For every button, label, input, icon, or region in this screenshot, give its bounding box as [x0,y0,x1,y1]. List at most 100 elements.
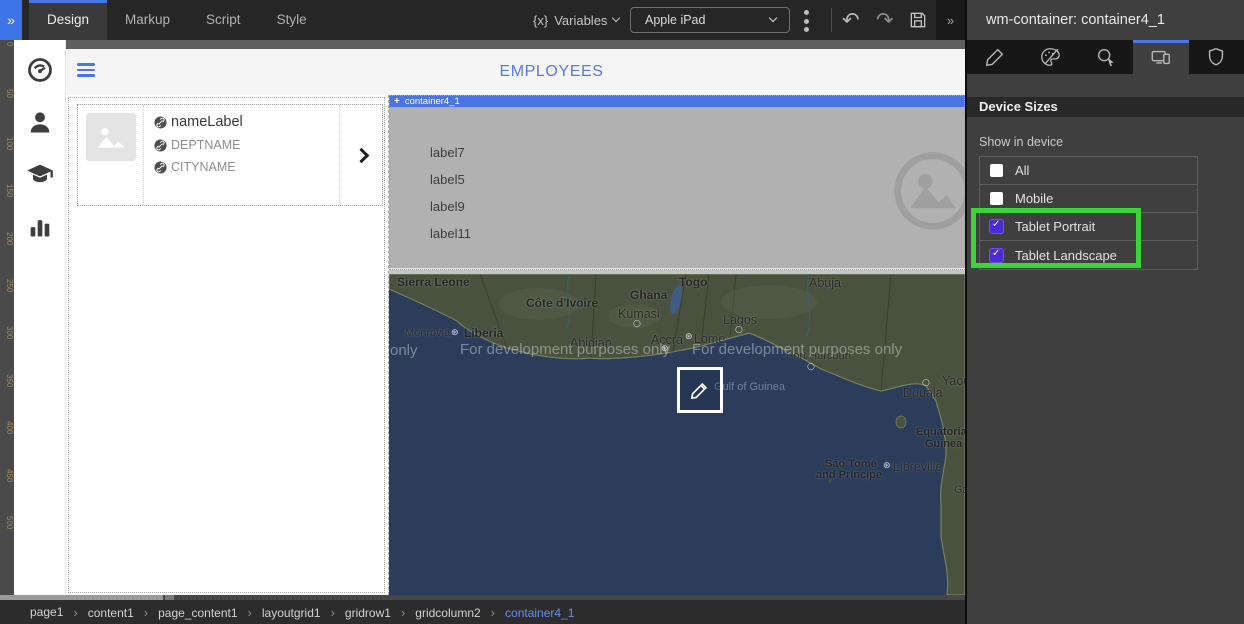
picture-placeholder-icon [887,145,965,237]
editor-mode-tab[interactable]: Script [188,0,259,40]
save-button[interactable] [908,0,928,40]
undo-button[interactable]: ↶ [842,0,860,40]
breadcrumb-item[interactable]: container4_1 [481,605,575,620]
ruler-mark: 250 [0,279,14,326]
name-label-widget[interactable]: nameLabel [154,114,329,130]
google-map-widget[interactable]: Sierra LeoneCôte d'IvoireGhanaTogoLiberi… [389,274,965,595]
ruler-mark: 500 [0,516,14,563]
map-label: ⊛ [883,461,891,471]
map-label: Equatoria [916,426,965,438]
bind-link-icon [154,116,167,129]
container4-1-widget[interactable]: label7label5label9label11 [389,107,965,268]
chevron-down-icon [769,14,777,22]
canvas-content: nameLabel DEPTNAME [66,95,965,595]
map-label: Douala [903,386,943,400]
redo-button[interactable]: ↷ [876,0,894,40]
tab-security-shield-icon[interactable] [1189,40,1244,74]
container-label-widget[interactable]: label9 [430,199,965,226]
breadcrumb-item[interactable]: content1 [63,605,133,620]
breadcrumb-item[interactable]: gridrow1 [321,605,391,620]
more-options-kebab-icon[interactable] [804,10,810,32]
device-size-row[interactable]: Mobile [980,185,1197,213]
map-edit-button[interactable] [677,367,723,413]
ruler-mark: 300 [0,326,14,373]
panel-tab-strip [967,40,1244,74]
move-handle-icon[interactable]: + [394,95,400,107]
dashboard-gauge-icon[interactable] [26,56,54,84]
map-label: Yaou [942,374,965,388]
map-label: and Príncipe [816,469,882,481]
map-label: Gulf of Guinea [714,381,785,393]
dept-label: DEPTNAME [171,138,240,152]
show-in-device-label: Show in device [979,135,1244,149]
editor-mode-tab[interactable]: Style [259,0,325,40]
map-label: Abuja [809,276,841,290]
variables-menu-button[interactable]: {x} Variables [533,0,619,40]
education-cap-icon[interactable] [26,160,54,188]
editor-mode-tab[interactable]: Markup [107,0,188,40]
bind-link-icon [154,139,167,152]
app-header: EMPLOYEES [66,49,965,95]
user-person-icon[interactable] [26,108,54,136]
device-size-list: All Mobile Tablet Portrait Tablet Landsc… [979,156,1198,270]
map-label: ○ [807,362,815,372]
device-sizes-section-title: Device Sizes [967,97,1244,117]
checkbox[interactable] [990,164,1003,177]
device-size-row[interactable]: Tablet Portrait [980,213,1197,241]
hamburger-menu-icon[interactable] [77,63,95,77]
tab-styles-palette-icon[interactable] [1022,40,1077,74]
variables-label: Variables [554,13,607,28]
save-floppy-icon [908,10,928,30]
list-item-chevron-cell[interactable] [340,105,382,205]
map-label: For development purposes only [692,341,902,358]
device-size-row[interactable]: Tablet Landscape [980,241,1197,269]
checkbox[interactable] [990,249,1003,262]
map-label: Monrovia [405,327,450,339]
checkbox[interactable] [990,220,1003,233]
device-size-label: Mobile [1015,191,1053,206]
device-size-label: Tablet Landscape [1015,248,1117,263]
container-label-widget[interactable]: label11 [430,226,965,253]
name-label: nameLabel [171,114,243,130]
map-geography [389,274,965,595]
map-label: ○ [633,319,641,329]
tab-inspect-magnifier-icon[interactable] [1078,40,1133,74]
breadcrumb-item[interactable]: page1 [30,605,63,619]
panel-title: wm-container: container4_1 [967,0,1244,40]
selected-widget-tag[interactable]: + container4_1 [389,95,965,107]
city-label: CITYNAME [171,160,236,174]
widget-sidebar [14,40,66,595]
container-label-widget[interactable]: label5 [430,172,965,199]
employee-list-widget[interactable]: nameLabel DEPTNAME [68,97,385,593]
breadcrumb-item[interactable]: page_content1 [134,605,238,620]
container-label-widget[interactable]: label7 [430,145,965,172]
list-item-template[interactable]: nameLabel DEPTNAME [77,104,383,206]
tab-markup-pencil-icon[interactable] [967,40,1022,74]
image-placeholder [86,113,136,161]
tab-device-sizes-icon[interactable] [1133,40,1188,74]
breadcrumb-item[interactable]: gridcolumn2 [391,605,481,620]
variables-x-icon: {x} [533,13,548,28]
checkbox[interactable] [990,192,1003,205]
horizontal-ruler [66,40,965,49]
wavemaker-studio: » DesignMarkupScriptStyle {x} Variables … [0,0,1244,624]
chevron-right-icon [353,147,369,163]
widget-breadcrumb: page1content1page_content1layoutgrid1gri… [0,600,965,624]
bar-chart-icon[interactable] [26,212,54,240]
ruler-mark: 400 [0,421,14,468]
map-label: ○ [735,325,743,335]
map-label: Togo [679,275,707,289]
city-label-widget[interactable]: CITYNAME [154,160,329,174]
editor-mode-tab[interactable]: Design [29,0,107,40]
device-size-row[interactable]: All [980,157,1197,185]
list-item-picture-cell[interactable] [78,105,144,205]
collapse-right-panel-button[interactable]: » [936,0,965,40]
page-title[interactable]: EMPLOYEES [102,63,1001,81]
map-label: Guinea [925,438,962,450]
preview-device-select[interactable]: Apple iPad [630,7,790,33]
expand-left-panel-button[interactable]: » [0,0,22,40]
picture-icon [93,122,129,152]
dept-label-widget[interactable]: DEPTNAME [154,138,329,152]
breadcrumb-item[interactable]: layoutgrid1 [238,605,321,620]
device-size-label: Tablet Portrait [1015,219,1095,234]
